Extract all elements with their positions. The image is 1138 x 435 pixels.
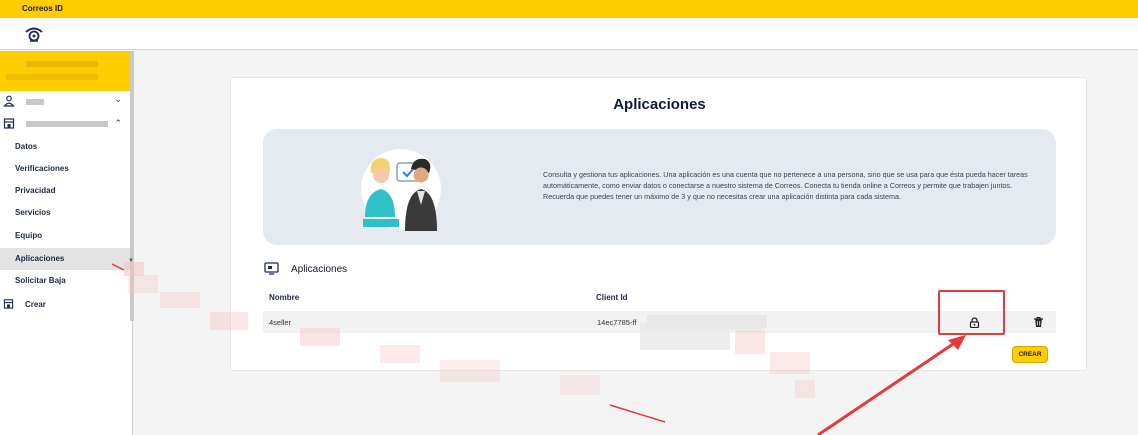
redaction-block xyxy=(124,262,144,276)
redaction-block xyxy=(735,330,765,354)
correos-logo-icon[interactable] xyxy=(24,25,44,43)
people-illustration xyxy=(361,149,441,231)
sidebar-item-crear[interactable]: Crear xyxy=(0,293,130,315)
store-icon xyxy=(3,118,15,129)
app-title: Correos ID xyxy=(22,4,63,13)
blurred-user-name xyxy=(26,61,98,67)
sidebar: ⌄ ⌃ Datos Verificaciones Privacidad Serv… xyxy=(0,51,133,435)
blurred-menu-label xyxy=(26,99,44,105)
info-banner: Consulta y gestiona tus aplicaciones. Un… xyxy=(263,129,1056,245)
page-title: Aplicaciones xyxy=(613,96,706,113)
applications-icon xyxy=(264,262,279,275)
redaction-block xyxy=(560,375,600,395)
top-bar: Correos ID xyxy=(0,0,1138,18)
redaction-block xyxy=(128,275,158,293)
sidebar-item-aplicaciones[interactable]: Aplicaciones xyxy=(0,248,130,270)
redaction-block xyxy=(795,380,815,398)
annotation-highlight-box xyxy=(938,290,1005,335)
app-name: 4seller xyxy=(269,318,292,327)
sidebar-item-datos[interactable]: Datos xyxy=(0,136,130,158)
client-id-value: 14ec7785-ff xyxy=(597,318,637,327)
blurred-business-label xyxy=(26,121,108,127)
redaction-block xyxy=(210,312,248,330)
trash-icon[interactable] xyxy=(1033,316,1044,328)
sidebar-item-equipo[interactable]: Equipo xyxy=(0,225,130,247)
info-text: Consulta y gestiona tus aplicaciones. Un… xyxy=(543,170,1028,201)
section-title: Aplicaciones xyxy=(291,264,348,275)
account-menu[interactable]: ⌄ xyxy=(0,91,130,113)
store-icon xyxy=(3,299,14,309)
create-button[interactable]: CREAR xyxy=(1012,346,1048,363)
redaction-block xyxy=(160,292,200,308)
sidebar-item-verificaciones[interactable]: Verificaciones xyxy=(0,158,130,180)
sidebar-item-servicios[interactable]: Servicios xyxy=(0,202,130,224)
profile-card[interactable] xyxy=(0,51,130,91)
redaction-block xyxy=(770,352,810,374)
redaction-block xyxy=(640,322,730,350)
blurred-user-email xyxy=(6,74,98,80)
redaction-block xyxy=(380,345,420,363)
column-header-nombre: Nombre xyxy=(269,293,300,302)
logo-bar xyxy=(0,18,1138,50)
chevron-up-icon: ⌃ xyxy=(114,118,122,128)
redaction-block xyxy=(300,328,340,346)
user-icon xyxy=(3,95,15,107)
sidebar-item-privacidad[interactable]: Privacidad xyxy=(0,180,130,202)
business-menu[interactable]: ⌃ xyxy=(0,113,130,135)
redaction-block xyxy=(440,360,500,382)
column-header-client-id: Client Id xyxy=(596,293,628,302)
crear-label: Crear xyxy=(25,300,46,309)
chevron-down-icon: ⌄ xyxy=(114,94,122,104)
sidebar-item-solicitar-baja[interactable]: Solicitar Baja xyxy=(0,270,130,292)
